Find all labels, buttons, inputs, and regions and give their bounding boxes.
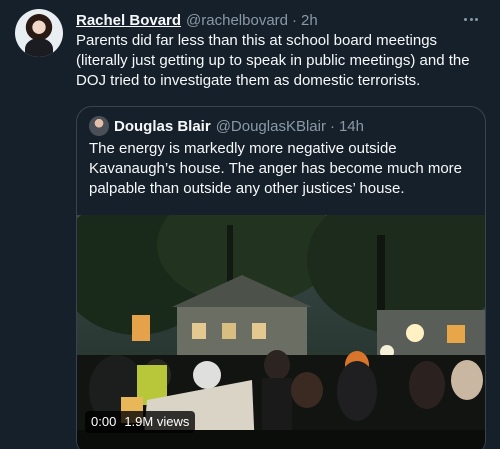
- tweet[interactable]: Rachel Bovard @rachelbovard · 2h Parents…: [0, 0, 500, 449]
- author-name[interactable]: Rachel Bovard: [76, 12, 181, 29]
- video-duration: 0:00: [91, 414, 117, 429]
- separator-dot: ·: [329, 117, 335, 135]
- more-options-icon[interactable]: [460, 8, 482, 30]
- quoted-tweet-timestamp[interactable]: 14h: [339, 118, 364, 135]
- quoted-tweet-text: The energy is markedly more negative out…: [89, 140, 463, 197]
- tweet-header: Rachel Bovard @rachelbovard · 2h: [76, 10, 318, 30]
- quoted-author-avatar[interactable]: [89, 116, 109, 136]
- quoted-tweet[interactable]: Douglas Blair @DouglasKBlair · 14h The e…: [76, 106, 486, 449]
- more-dot: [464, 17, 467, 21]
- quoted-author-handle[interactable]: @DouglasKBlair: [216, 118, 326, 135]
- quoted-tweet-header: Douglas Blair @DouglasKBlair · 14h: [89, 116, 364, 136]
- author-handle[interactable]: @rachelbovard: [186, 12, 288, 29]
- tweet-text: Parents did far less than this at school…: [76, 32, 470, 89]
- separator-dot: ·: [292, 11, 297, 29]
- quoted-author-name[interactable]: Douglas Blair: [114, 118, 211, 135]
- author-avatar[interactable]: [15, 9, 63, 57]
- more-dot: [469, 17, 473, 21]
- tweet-timestamp[interactable]: 2h: [301, 12, 318, 29]
- video-views: 1.9M views: [124, 414, 190, 429]
- more-dot: [475, 17, 478, 21]
- video-info-badge: 0:00 1.9M views: [85, 411, 196, 433]
